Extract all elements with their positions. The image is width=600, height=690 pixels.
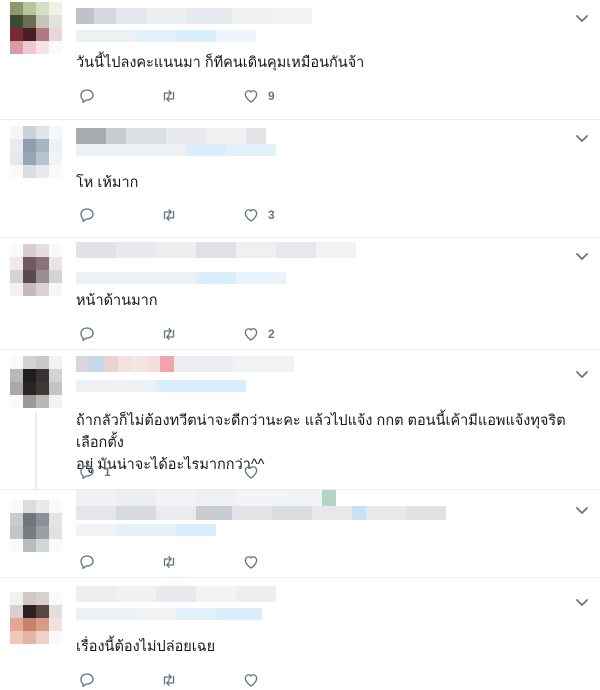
heart-icon bbox=[244, 466, 258, 479]
blurred-handle bbox=[76, 608, 262, 620]
tweet-text: หน้าด้านมาก bbox=[76, 293, 158, 309]
tweet-text: โห เห้มาก bbox=[76, 175, 139, 191]
reply-feed: วันนี้ไปลงคะแนนมา ก็ทีคนเดินคุมเหมือนกัน… bbox=[0, 0, 600, 690]
reply-button[interactable] bbox=[78, 670, 104, 690]
tweet[interactable]: ถ้ากลัวก็ไม่ต้องทวีตน่าจะดีกว่านะคะ แล้ว… bbox=[0, 350, 600, 490]
tweet-actions: 3 bbox=[76, 205, 376, 225]
tweet-actions bbox=[76, 552, 376, 572]
reply-button[interactable] bbox=[78, 324, 104, 344]
reply-count: 1 bbox=[104, 465, 111, 479]
tweet[interactable]: เรื่องนี้ต้องไม่ปล่อยเฉย bbox=[0, 578, 600, 690]
like-button[interactable] bbox=[242, 670, 268, 690]
like-count: 3 bbox=[268, 208, 275, 222]
retweet-button[interactable] bbox=[160, 86, 178, 106]
avatar[interactable] bbox=[10, 126, 62, 178]
tweet-actions: 9 bbox=[76, 86, 376, 106]
blurred-handle bbox=[76, 380, 246, 392]
retweet-icon bbox=[163, 674, 175, 686]
like-count: 9 bbox=[268, 89, 275, 103]
blurred-username[interactable] bbox=[76, 8, 312, 24]
blurred-username[interactable] bbox=[76, 490, 336, 506]
blurred-handle-line-2 bbox=[76, 524, 216, 536]
like-button[interactable]: 2 bbox=[242, 324, 275, 344]
retweet-button[interactable] bbox=[160, 205, 178, 225]
tweet[interactable]: โห เห้มาก 3 bbox=[0, 120, 600, 238]
reply-icon bbox=[80, 465, 94, 479]
like-button[interactable]: 9 bbox=[242, 86, 275, 106]
reply-icon bbox=[80, 555, 94, 569]
avatar[interactable] bbox=[10, 2, 62, 54]
chevron-down-icon[interactable] bbox=[574, 594, 590, 610]
thread-line bbox=[35, 412, 37, 490]
avatar[interactable] bbox=[10, 500, 62, 552]
retweet-button[interactable] bbox=[160, 552, 178, 572]
blurred-username[interactable] bbox=[76, 242, 356, 258]
heart-icon bbox=[244, 674, 258, 687]
tweet[interactable] bbox=[0, 490, 600, 578]
retweet-button[interactable] bbox=[160, 670, 178, 690]
reply-icon bbox=[80, 673, 94, 687]
blurred-username[interactable] bbox=[76, 128, 266, 144]
tweet[interactable]: วันนี้ไปลงคะแนนมา ก็ทีคนเดินคุมเหมือนกัน… bbox=[0, 0, 600, 120]
retweet-icon bbox=[163, 328, 175, 340]
retweet-icon bbox=[163, 556, 175, 568]
avatar[interactable] bbox=[10, 244, 62, 296]
chevron-down-icon[interactable] bbox=[574, 248, 590, 264]
reply-button[interactable] bbox=[78, 552, 104, 572]
tweet-actions bbox=[76, 670, 376, 690]
tweet-actions: 1 bbox=[76, 462, 376, 482]
reply-icon bbox=[80, 208, 94, 222]
chevron-down-icon[interactable] bbox=[574, 130, 590, 146]
heart-icon bbox=[244, 90, 258, 103]
reply-icon bbox=[80, 327, 94, 341]
retweet-icon bbox=[163, 90, 175, 102]
reply-button[interactable] bbox=[78, 86, 104, 106]
retweet-icon bbox=[163, 209, 175, 221]
blurred-handle bbox=[76, 272, 286, 284]
tweet-text: วันนี้ไปลงคะแนนมา ก็ทีคนเดินคุมเหมือนกัน… bbox=[76, 55, 365, 71]
blurred-handle bbox=[76, 144, 276, 156]
blurred-username[interactable] bbox=[76, 356, 294, 372]
reply-button[interactable]: 1 bbox=[78, 462, 111, 482]
like-button[interactable] bbox=[242, 462, 268, 482]
blurred-handle bbox=[76, 30, 256, 42]
chevron-down-icon[interactable] bbox=[574, 10, 590, 26]
blurred-username[interactable] bbox=[76, 586, 276, 602]
reply-button[interactable] bbox=[78, 205, 104, 225]
retweet-button[interactable] bbox=[160, 324, 178, 344]
like-button[interactable] bbox=[242, 552, 268, 572]
avatar[interactable] bbox=[10, 592, 62, 644]
heart-icon bbox=[244, 209, 258, 222]
chevron-down-icon[interactable] bbox=[574, 366, 590, 382]
reply-icon bbox=[80, 89, 94, 103]
tweet[interactable]: หน้าด้านมาก 2 bbox=[0, 238, 600, 350]
avatar[interactable] bbox=[10, 356, 62, 408]
tweet-text: เรื่องนี้ต้องไม่ปล่อยเฉย bbox=[76, 639, 216, 655]
like-count: 2 bbox=[268, 327, 275, 341]
chevron-down-icon[interactable] bbox=[574, 502, 590, 518]
heart-icon bbox=[244, 328, 258, 341]
heart-icon bbox=[244, 556, 258, 569]
like-button[interactable]: 3 bbox=[242, 205, 275, 225]
tweet-actions: 2 bbox=[76, 324, 376, 344]
blurred-handle bbox=[76, 506, 446, 520]
